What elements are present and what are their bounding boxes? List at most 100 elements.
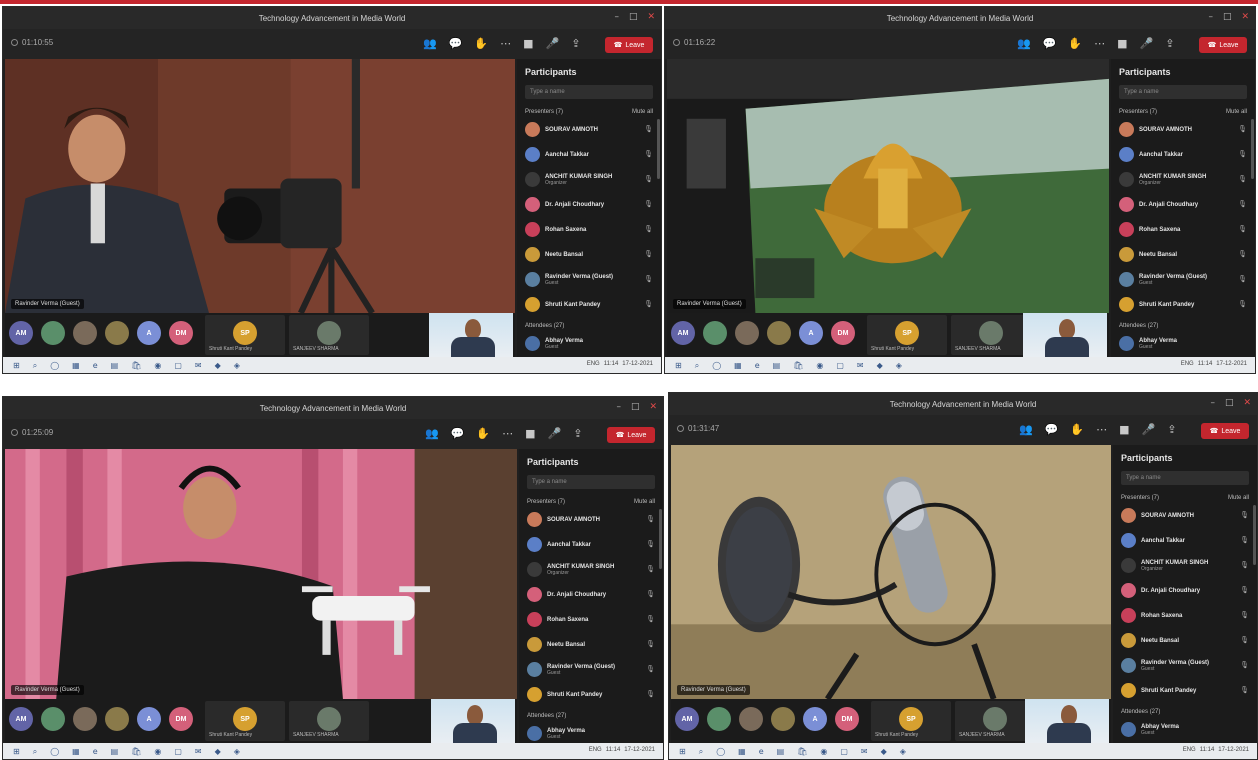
share-icon[interactable]: ⇪ xyxy=(1165,37,1174,50)
cortana-icon[interactable]: ◯ xyxy=(50,747,59,757)
window-controls[interactable]: – □ ✕ xyxy=(1210,398,1251,408)
avatar[interactable] xyxy=(771,707,795,731)
mute-all-button[interactable]: Mute all xyxy=(1226,109,1247,115)
participant-row[interactable]: Abhay Verma Guest xyxy=(517,331,661,356)
participant-tile[interactable]: SANJEEV SHARMA xyxy=(289,701,369,741)
cortana-icon[interactable]: ◯ xyxy=(712,361,721,371)
edge-icon[interactable]: e xyxy=(759,747,764,757)
raise-hand-icon[interactable]: ✋ xyxy=(1068,37,1082,50)
leave-button[interactable]: ☎ Leave xyxy=(607,427,655,443)
participant-tile[interactable]: SP Shruti Kant Pandey xyxy=(867,315,947,355)
file-explorer-icon[interactable]: ▤ xyxy=(773,361,781,371)
avatar[interactable] xyxy=(41,321,65,345)
close-icon[interactable]: ✕ xyxy=(649,402,657,412)
maximize-icon[interactable]: □ xyxy=(629,12,638,22)
participant-row[interactable]: Dr. Anjali Choudhary 🎙 xyxy=(1111,192,1255,217)
window-controls[interactable]: – □ ✕ xyxy=(1208,12,1249,22)
participant-search[interactable]: Type a name xyxy=(525,85,653,99)
participant-tile[interactable]: SP Shruti Kant Pandey xyxy=(205,701,285,741)
avatar[interactable] xyxy=(735,321,759,345)
participant-row[interactable]: SOURAV AMNOTH 🎙 xyxy=(517,117,661,142)
scrollbar[interactable] xyxy=(659,509,662,569)
camera-icon[interactable]: ■ xyxy=(523,37,533,50)
teams-icon[interactable]: ◈ xyxy=(234,747,240,757)
participant-row[interactable]: Abhay Verma Guest xyxy=(1111,331,1255,356)
avatar[interactable] xyxy=(73,321,97,345)
avatar[interactable] xyxy=(767,321,791,345)
chrome-icon[interactable]: ◉ xyxy=(154,361,161,371)
people-icon[interactable]: 👥 xyxy=(425,427,439,440)
chrome-icon[interactable]: ◉ xyxy=(820,747,827,757)
avatar[interactable]: AM xyxy=(671,321,695,345)
participant-row[interactable]: Shruti Kant Pandey 🎙 xyxy=(1113,678,1257,703)
mute-all-button[interactable]: Mute all xyxy=(634,499,655,505)
file-explorer-icon[interactable]: ▤ xyxy=(111,361,119,371)
avatar[interactable] xyxy=(105,707,129,731)
search-icon[interactable]: ⌕ xyxy=(33,361,37,371)
participant-row[interactable]: Shruti Kant Pandey 🎙 xyxy=(517,292,661,317)
share-icon[interactable]: ⇪ xyxy=(571,37,580,50)
participant-row[interactable]: SOURAV AMNOTH 🎙 xyxy=(1111,117,1255,142)
edge-icon[interactable]: e xyxy=(93,361,98,371)
avatar[interactable] xyxy=(41,707,65,731)
mute-all-button[interactable]: Mute all xyxy=(1228,495,1249,501)
participant-row[interactable]: Ravinder Verma (Guest) Guest 🎙 xyxy=(517,267,661,292)
avatar[interactable]: DM xyxy=(835,707,859,731)
chrome-icon[interactable]: ◉ xyxy=(154,747,161,757)
mail-icon[interactable]: ✉ xyxy=(861,747,868,757)
window-controls[interactable]: – □ ✕ xyxy=(616,402,657,412)
participant-row[interactable]: Neetu Bansal 🎙 xyxy=(1113,628,1257,653)
participant-row[interactable]: Neetu Bansal 🎙 xyxy=(1111,242,1255,267)
share-icon[interactable]: ⇪ xyxy=(573,427,582,440)
task-view-icon[interactable]: ▦ xyxy=(734,361,742,371)
app-icon[interactable]: ◆ xyxy=(881,747,887,757)
minimize-icon[interactable]: – xyxy=(1210,398,1215,408)
participant-row[interactable]: ANCHIT KUMAR SINGH Organizer 🎙 xyxy=(517,167,661,192)
leave-button[interactable]: ☎ Leave xyxy=(1201,423,1249,439)
close-icon[interactable]: ✕ xyxy=(647,12,655,22)
avatar[interactable]: A xyxy=(803,707,827,731)
store-icon[interactable]: 🛍 xyxy=(131,361,141,371)
avatar[interactable]: A xyxy=(137,707,161,731)
participant-row[interactable]: Dr. Anjali Choudhary 🎙 xyxy=(1113,578,1257,603)
avatar[interactable] xyxy=(105,321,129,345)
participant-row[interactable]: Aanchal Takkar 🎙 xyxy=(1111,142,1255,167)
minimize-icon[interactable]: – xyxy=(616,402,621,412)
people-icon[interactable]: 👥 xyxy=(423,37,437,50)
windows-icon[interactable]: ⊞ xyxy=(679,747,686,757)
participant-row[interactable]: Aanchal Takkar 🎙 xyxy=(519,532,663,557)
teams-icon[interactable]: ◈ xyxy=(900,747,906,757)
participant-search[interactable]: Type a name xyxy=(1119,85,1247,99)
avatar[interactable]: AM xyxy=(675,707,699,731)
avatar[interactable]: A xyxy=(137,321,161,345)
window-controls[interactable]: – □ ✕ xyxy=(614,12,655,22)
close-icon[interactable]: ✕ xyxy=(1243,398,1251,408)
windows-icon[interactable]: ⊞ xyxy=(13,361,20,371)
minimize-icon[interactable]: – xyxy=(614,12,619,22)
mail-icon[interactable]: ✉ xyxy=(195,747,202,757)
participant-row[interactable]: Shruti Kant Pandey 🎙 xyxy=(1111,292,1255,317)
camera-icon[interactable]: ■ xyxy=(1117,37,1127,50)
maximize-icon[interactable]: □ xyxy=(631,402,640,412)
edge-icon[interactable]: e xyxy=(93,747,98,757)
chat-icon[interactable]: 💬 xyxy=(1045,423,1059,436)
mic-icon[interactable]: 🎤 xyxy=(548,427,562,440)
app-icon[interactable]: ◆ xyxy=(215,361,221,371)
participant-tile[interactable]: SANJEEV SHARMA xyxy=(955,701,1035,741)
scrollbar[interactable] xyxy=(657,119,660,179)
participant-row[interactable]: Rohan Saxena 🎙 xyxy=(517,217,661,242)
participant-row[interactable]: Abhay Verma Guest xyxy=(1113,717,1257,742)
participant-tile[interactable]: SP Shruti Kant Pandey xyxy=(205,315,285,355)
participant-row[interactable]: Dr. Anjali Choudhary 🎙 xyxy=(519,582,663,607)
store-icon[interactable]: 🛍 xyxy=(797,747,807,757)
chat-icon[interactable]: 💬 xyxy=(451,427,465,440)
people-icon[interactable]: 👥 xyxy=(1019,423,1033,436)
more-icon[interactable]: ⋯ xyxy=(1096,423,1107,436)
windows-icon[interactable]: ⊞ xyxy=(13,747,20,757)
mic-icon[interactable]: 🎤 xyxy=(1140,37,1154,50)
participant-row[interactable]: Neetu Bansal 🎙 xyxy=(519,632,663,657)
app-icon[interactable]: ◆ xyxy=(215,747,221,757)
participant-search[interactable]: Type a name xyxy=(1121,471,1249,485)
mic-icon[interactable]: 🎤 xyxy=(546,37,560,50)
camera-icon[interactable]: ■ xyxy=(525,427,535,440)
